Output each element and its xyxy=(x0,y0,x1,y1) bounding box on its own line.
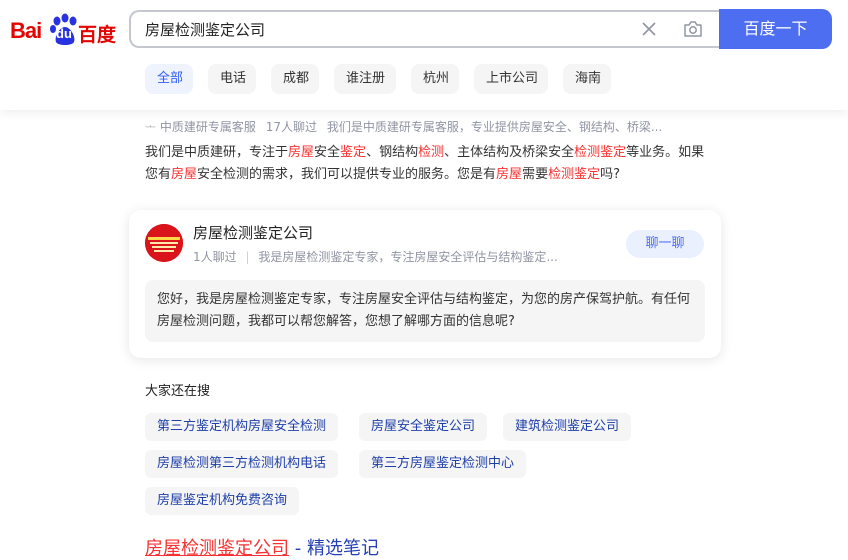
tab-all[interactable]: 全部 xyxy=(145,64,193,94)
logo-du-text: du xyxy=(56,26,72,41)
description-text: 安全检测的需求，我们可以提供专业的服务。您是有 xyxy=(197,167,497,182)
logo-bai-text: Bai xyxy=(10,18,42,43)
result-title-highlight: 房屋检测鉴定公司 xyxy=(145,538,289,559)
search-button[interactable]: 百度一下 xyxy=(719,9,832,49)
tab-listed-company[interactable]: 上市公司 xyxy=(474,64,548,94)
tab-who-registered[interactable]: 谁注册 xyxy=(334,64,396,94)
related-search-item[interactable]: 房屋检测第三方检测机构电话 xyxy=(145,450,339,478)
clear-icon[interactable] xyxy=(641,21,657,37)
source-name: 中质建研专属客服 xyxy=(159,120,256,134)
chat-divider: | xyxy=(245,250,250,264)
related-searches-title: 大家还在搜 xyxy=(145,384,211,399)
highlighted-keyword: 鉴定 xyxy=(340,145,367,160)
avatar-badge-icon xyxy=(145,224,183,262)
highlighted-keyword: 房屋 xyxy=(171,167,198,182)
description-text: 、主体结构及桥梁安全 xyxy=(444,145,575,160)
search-box xyxy=(129,10,719,48)
highlighted-keyword: 检测鉴定 xyxy=(548,167,601,182)
related-search-item[interactable]: 第三方房屋鉴定检测中心 xyxy=(359,450,527,478)
chat-name[interactable]: 房屋检测鉴定公司 xyxy=(193,222,313,243)
result-title-link[interactable]: 房屋检测鉴定公司 - 精选笔记 xyxy=(145,534,379,560)
chat-card[interactable]: 房屋检测鉴定公司 1人聊过 | 我是房屋检测鉴定专家，专注房屋安全评估与结构鉴定… xyxy=(129,210,721,358)
description-text: 安全 xyxy=(314,145,341,160)
chat-count: 1人聊过 xyxy=(193,250,237,264)
description-text: 吗? xyxy=(600,167,620,182)
search-input[interactable] xyxy=(145,12,625,46)
tab-phone[interactable]: 电话 xyxy=(208,64,256,94)
camera-icon[interactable] xyxy=(683,20,703,38)
tab-hainan[interactable]: 海南 xyxy=(563,64,611,94)
source-line[interactable]: ᅩ 中质建研专属客服 17人聊过 我们是中质建研专属客服，专业提供房屋安全、钢结… xyxy=(145,118,662,135)
related-search-item[interactable]: 房屋鉴定机构免费咨询 xyxy=(145,487,300,515)
result-title-suffix: - 精选笔记 xyxy=(289,538,379,559)
highlighted-keyword: 检测鉴定 xyxy=(574,145,627,160)
source-snippet: 我们是中质建研专属客服，专业提供房屋安全、钢结构、桥梁... xyxy=(326,120,663,134)
related-search-item[interactable]: 建筑检测鉴定公司 xyxy=(503,413,632,441)
related-search-item[interactable]: 第三方鉴定机构房屋安全检测 xyxy=(145,413,339,441)
highlighted-keyword: 房屋 xyxy=(496,167,523,182)
chat-meta: 1人聊过 | 我是房屋检测鉴定专家，专注房屋安全评估与结构鉴定... xyxy=(193,248,613,265)
highlighted-keyword: 检测 xyxy=(418,145,445,160)
source-logo-icon: ᅩ xyxy=(145,120,157,134)
chat-avatar xyxy=(145,224,183,262)
description-text: 我们是中质建研，专注于 xyxy=(145,145,289,160)
highlighted-keyword: 房屋 xyxy=(288,145,315,160)
chat-message: 您好，我是房屋检测鉴定专家，专注房屋安全评估与结构鉴定，为您的房产保驾护航。有任… xyxy=(145,280,705,342)
related-search-item[interactable]: 房屋安全鉴定公司 xyxy=(359,413,488,441)
logo-chinese-text: 百度 xyxy=(78,24,117,46)
result-description: 我们是中质建研，专注于房屋安全鉴定、钢结构检测、主体结构及桥梁安全检测鉴定等业务… xyxy=(145,142,710,186)
baidu-logo[interactable]: Bai du 百度 xyxy=(10,12,116,48)
description-text: 、钢结构 xyxy=(366,145,419,160)
description-text: 需要 xyxy=(522,167,549,182)
source-count: 17人聊过 xyxy=(265,120,317,134)
header: Bai du 百度 百度一下 全部 电话 成都 谁注册 杭州 上市公司 海南 xyxy=(0,0,848,110)
tab-hangzhou[interactable]: 杭州 xyxy=(411,64,459,94)
tab-chengdu[interactable]: 成都 xyxy=(271,64,319,94)
chat-button[interactable]: 聊一聊 xyxy=(626,230,704,258)
results-content: ᅩ 中质建研专属客服 17人聊过 我们是中质建研专属客服，专业提供房屋安全、钢结… xyxy=(0,110,848,559)
chat-intro: 我是房屋检测鉴定专家，专注房屋安全评估与结构鉴定... xyxy=(258,250,558,264)
